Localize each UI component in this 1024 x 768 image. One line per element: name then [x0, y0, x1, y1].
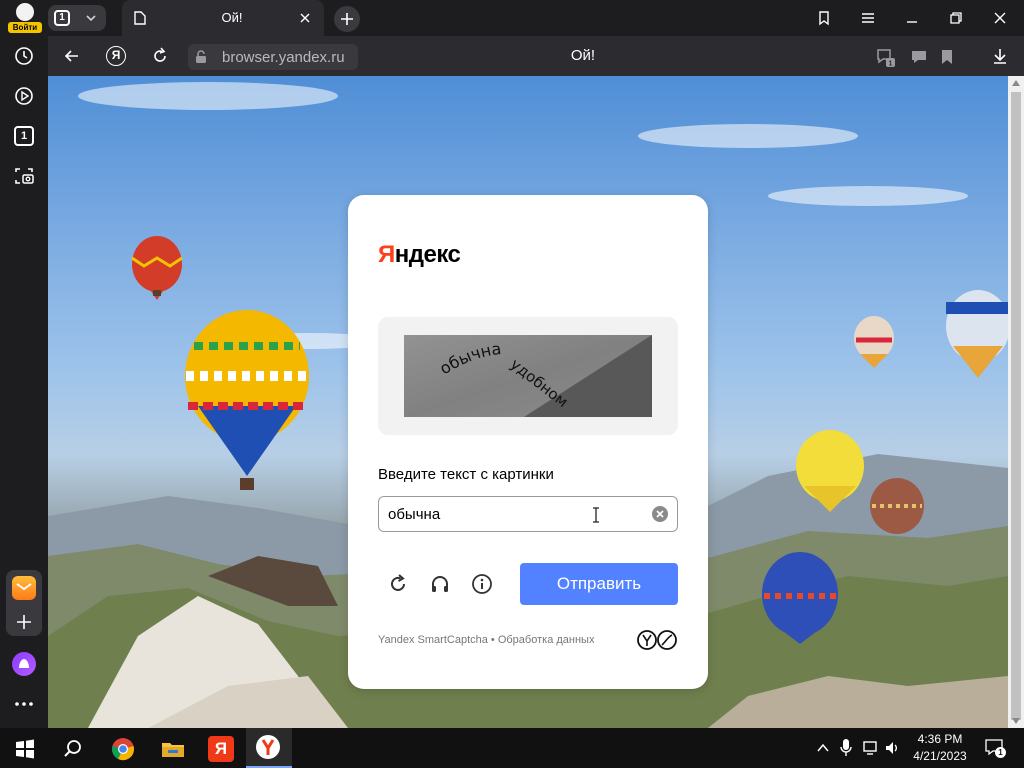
user-avatar-icon	[16, 3, 34, 21]
chrome-icon[interactable]	[110, 736, 136, 762]
profile-login-label: Войти	[8, 22, 42, 33]
sidebar-tab-count: 1	[14, 126, 34, 146]
mail-icon[interactable]	[12, 576, 36, 600]
close-window-icon[interactable]	[990, 8, 1010, 28]
captcha-prompt: Введите текст с картинки	[378, 466, 554, 483]
collections-icon[interactable]	[814, 8, 834, 28]
captcha-image: обычна удобном	[404, 335, 652, 417]
tab-manager-button[interactable]: 1	[48, 5, 106, 31]
yandex-browser-icon	[256, 735, 280, 759]
tab-count: 1	[54, 10, 70, 26]
browser-sidebar: 1	[0, 36, 48, 728]
url-field[interactable]: browser.yandex.ru	[188, 44, 358, 70]
file-explorer-icon[interactable]	[160, 736, 186, 762]
search-icon[interactable]	[60, 736, 86, 762]
minimize-icon[interactable]	[902, 8, 922, 28]
refresh-captcha-icon[interactable]	[386, 572, 410, 596]
tabs-counter-icon[interactable]: 1	[12, 124, 36, 148]
plus-icon	[341, 13, 353, 25]
yandex-search-icon[interactable]: Я	[106, 46, 126, 66]
info-icon[interactable]	[470, 572, 494, 596]
page-content: Яндекс обычна удобном Введите текст с ка…	[48, 76, 1008, 728]
windows-taskbar: Я 4:36 PM 4/21/2023 1	[0, 728, 1024, 768]
clear-input-button[interactable]	[652, 506, 668, 522]
document-icon	[134, 11, 146, 25]
new-tab-button[interactable]	[334, 6, 360, 32]
captcha-answer-input[interactable]	[378, 496, 678, 532]
windows-start-icon[interactable]	[12, 736, 38, 762]
address-bar: Я browser.yandex.ru Ой! 1	[48, 36, 1024, 76]
yandex-app-icon[interactable]: Я	[208, 736, 234, 762]
notification-count: 1	[995, 747, 1006, 758]
menu-icon[interactable]	[858, 8, 878, 28]
captcha-card: Яндекс обычна удобном Введите текст с ка…	[348, 195, 708, 689]
download-icon[interactable]	[990, 46, 1010, 66]
audio-captcha-icon[interactable]	[428, 572, 452, 596]
captcha-footer: Yandex SmartCaptcha • Обработка данных	[378, 634, 594, 646]
footer-separator: •	[487, 634, 498, 646]
scroll-down-icon[interactable]	[1012, 718, 1020, 724]
text-cursor-icon	[593, 507, 599, 523]
microphone-icon[interactable]	[840, 738, 852, 758]
lock-icon[interactable]	[194, 50, 208, 64]
protect-icon[interactable]: 1	[874, 46, 896, 68]
browser-title-bar: Войти 1 Ой!	[0, 0, 1024, 36]
data-processing-link[interactable]: Обработка данных	[498, 634, 595, 646]
close-tab-icon[interactable]	[298, 11, 312, 25]
back-arrow-icon[interactable]	[62, 46, 82, 66]
play-icon[interactable]	[12, 84, 36, 108]
scrollbar-thumb[interactable]	[1011, 92, 1021, 720]
add-icon[interactable]	[12, 610, 36, 634]
clear-icon	[656, 510, 664, 518]
page-title: Ой!	[570, 47, 596, 64]
submit-button[interactable]: Отправить	[520, 563, 678, 605]
alice-icon[interactable]	[12, 652, 36, 676]
smartcaptcha-logo-icon	[637, 630, 677, 650]
captcha-image-container: обычна удобном	[378, 317, 678, 435]
smartcaptcha-brand: Yandex SmartCaptcha	[378, 634, 488, 646]
page-scrollbar[interactable]	[1008, 76, 1024, 728]
tab-title: Ой!	[221, 10, 243, 25]
profile-button[interactable]: Войти	[8, 3, 42, 33]
active-tab[interactable]: Ой!	[122, 0, 324, 36]
svg-text:1: 1	[889, 61, 893, 68]
volume-icon[interactable]	[884, 740, 900, 756]
notifications-button[interactable]: 1	[984, 738, 1006, 758]
bookmark-icon[interactable]	[938, 48, 956, 66]
active-taskbar-app[interactable]	[246, 728, 292, 768]
history-icon[interactable]	[12, 44, 36, 68]
reload-icon[interactable]	[150, 46, 170, 66]
chevron-up-icon[interactable]	[816, 742, 830, 754]
url-text: browser.yandex.ru	[222, 49, 345, 66]
scroll-up-icon[interactable]	[1012, 80, 1020, 86]
screenshot-icon[interactable]	[12, 164, 36, 188]
network-icon[interactable]	[862, 740, 880, 756]
more-icon[interactable]	[12, 692, 36, 716]
chevron-down-icon	[86, 15, 96, 22]
restore-icon[interactable]	[946, 8, 966, 28]
yandex-logo: Яндекс	[378, 241, 461, 268]
clock-date: 4/21/2023	[913, 749, 967, 763]
clock-time: 4:36 PM	[917, 732, 963, 746]
comment-icon[interactable]	[910, 48, 928, 66]
